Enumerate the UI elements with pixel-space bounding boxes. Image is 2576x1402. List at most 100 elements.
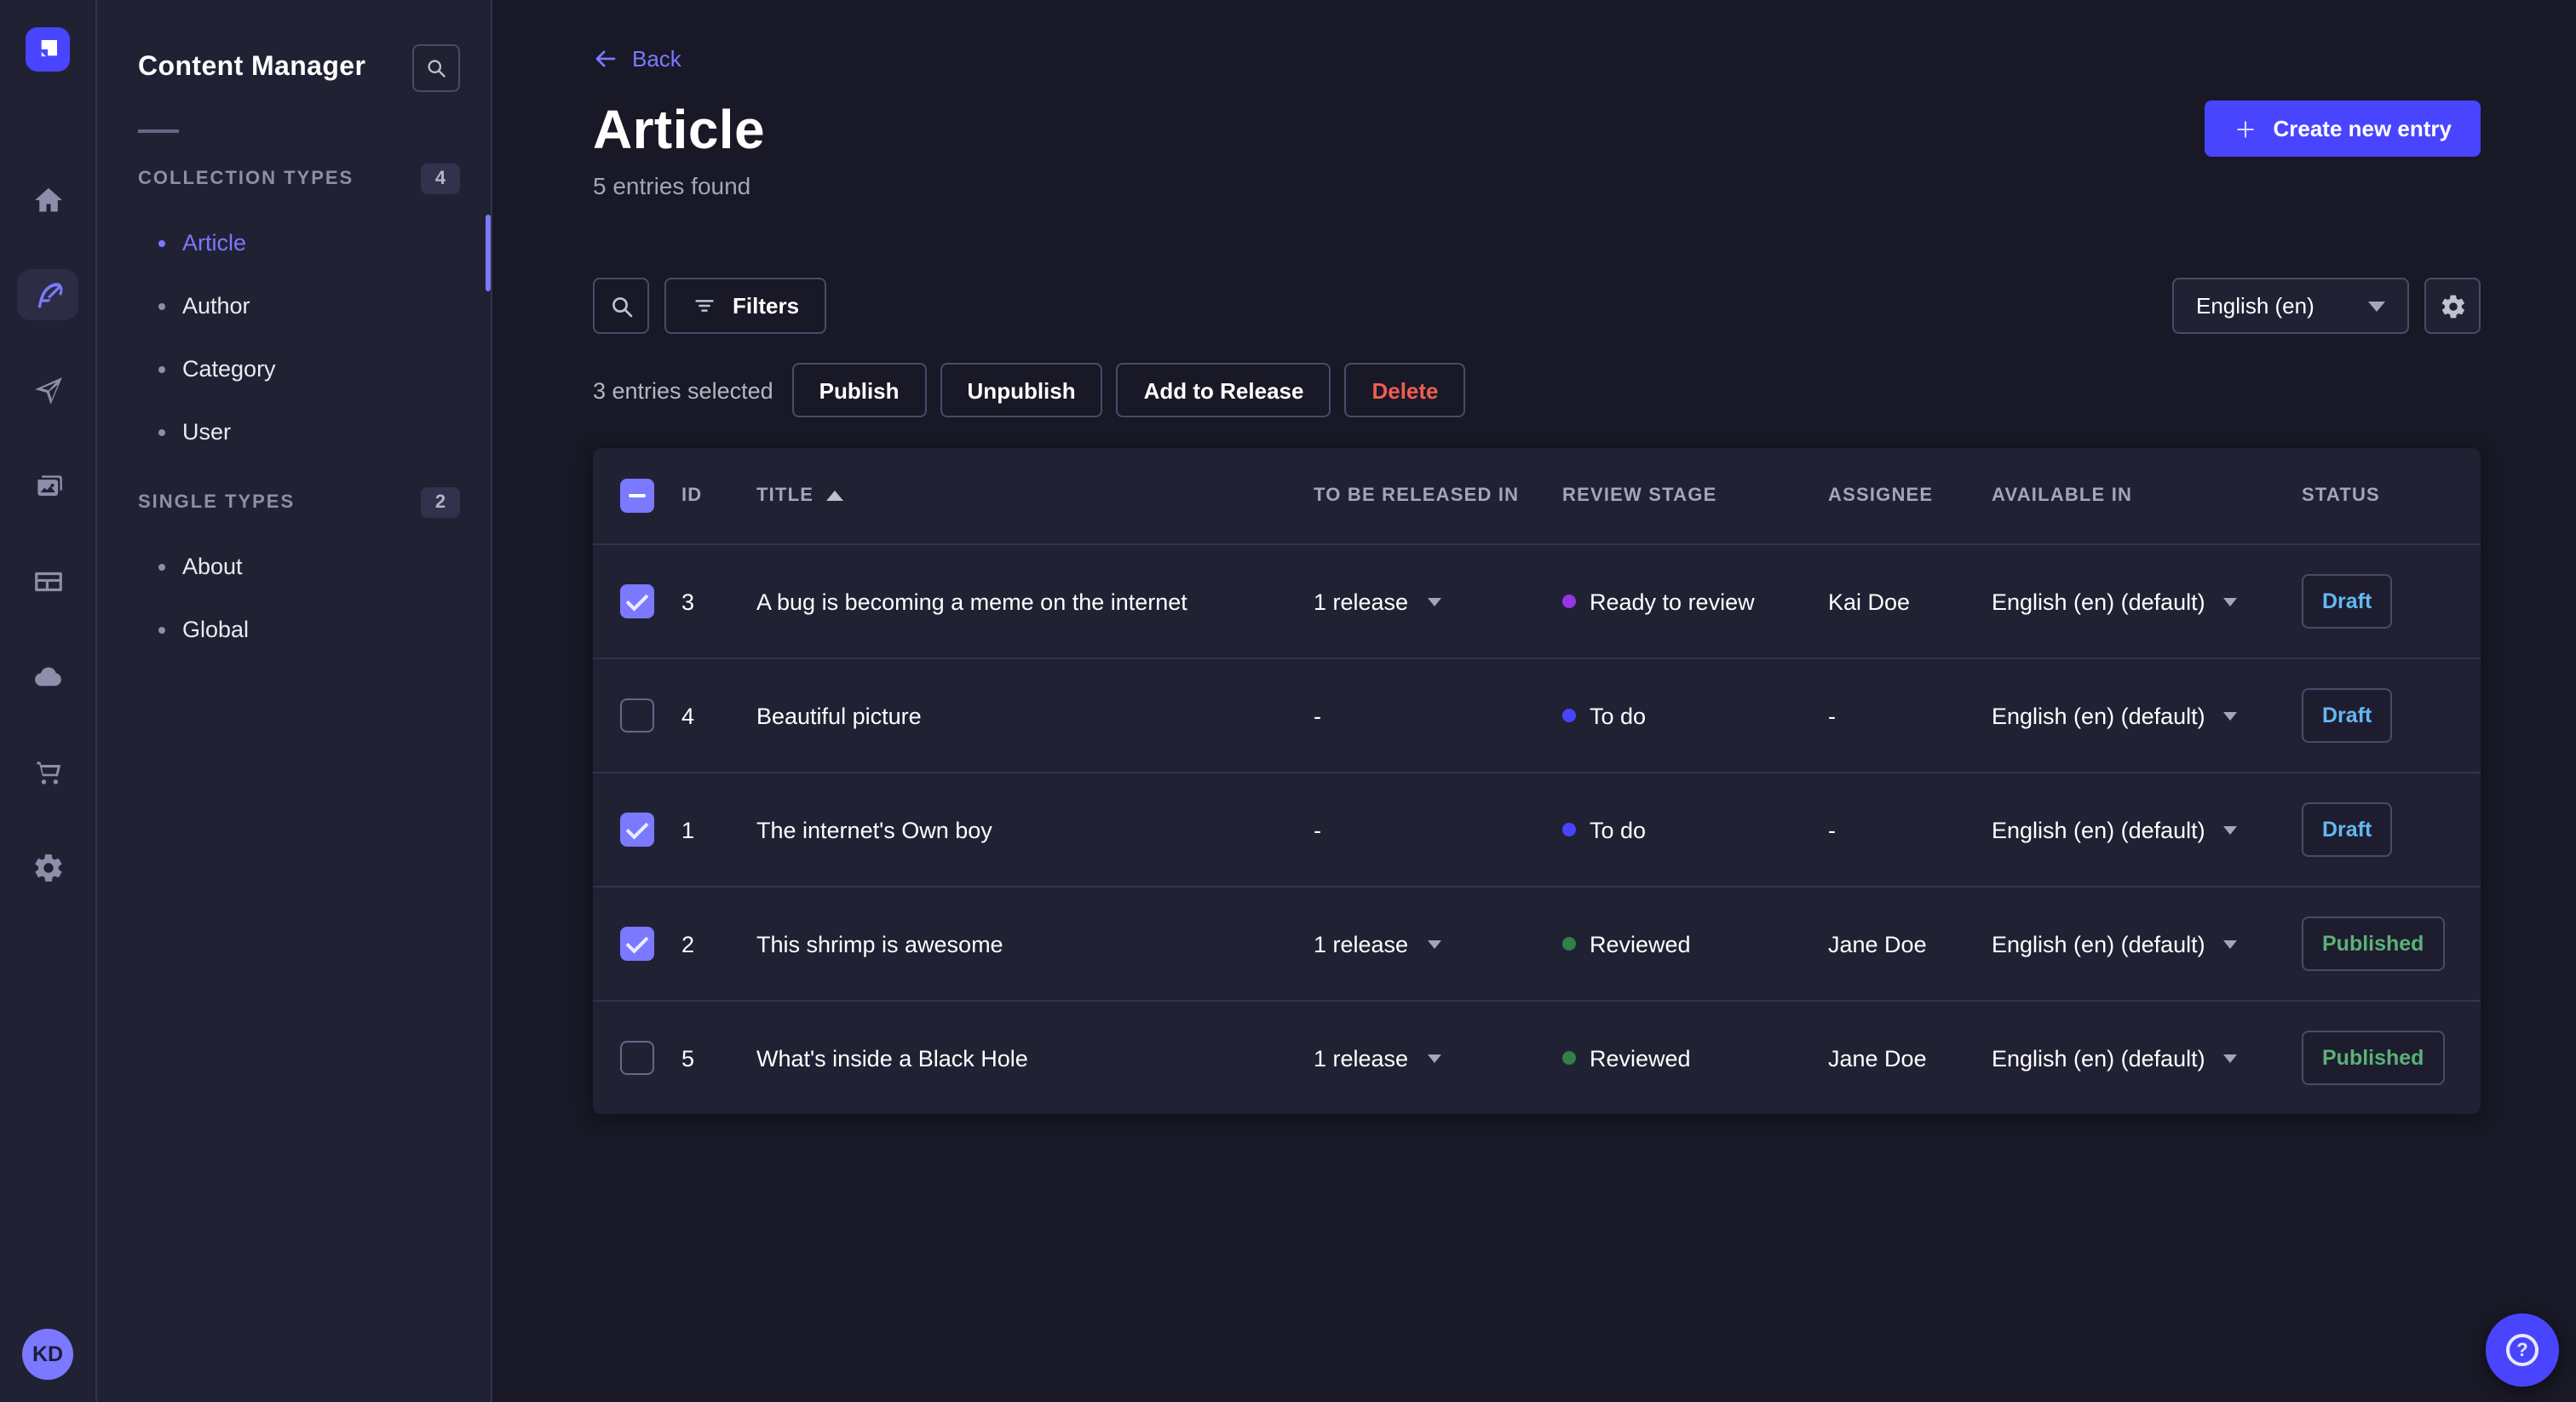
home-icon[interactable] [17,174,78,225]
releases-icon[interactable] [17,365,78,416]
delete-button[interactable]: Delete [1344,363,1466,418]
collection-types-section: COLLECTION TYPES 4 Article Author Catego… [138,164,491,463]
sidebar-item-about[interactable]: About [138,535,491,598]
row-id: 2 [681,931,695,957]
sidebar-divider [138,129,179,133]
search-icon [607,292,635,319]
row-release[interactable]: - [1314,703,1562,728]
sort-ascending-icon [825,491,843,502]
row-release[interactable]: 1 release [1314,589,1562,614]
section-count-badge: 4 [421,164,460,194]
sidebar-item-label: User [182,419,232,445]
column-header-title[interactable]: TITLE [756,486,1314,506]
entries-count-subtitle: 5 entries found [593,172,751,200]
row-id: 4 [681,703,695,729]
column-header-status: STATUS [2302,486,2380,507]
sidebar-item-label: Article [182,230,247,256]
selection-action-bar: 3 entries selected Publish Unpublish Add… [593,363,2481,418]
unpublish-button[interactable]: Unpublish [940,363,1103,418]
sidebar-item-article[interactable]: Article [138,211,491,274]
row-locale[interactable]: English (en) (default) [1992,703,2302,728]
sidebar-item-label: Category [182,356,276,382]
content-manager-sidebar: Content Manager COLLECTION TYPES 4 Artic… [97,0,492,1402]
chevron-down-icon [2223,597,2238,606]
chevron-down-icon [2223,711,2238,721]
review-stage-dot [1562,937,1576,951]
row-review-stage: Ready to review [1562,589,1828,614]
row-locale[interactable]: English (en) (default) [1992,817,2302,842]
sidebar-item-category[interactable]: Category [138,337,491,400]
search-icon [424,56,448,80]
filters-button[interactable]: Filters [664,278,827,335]
status-badge: Published [2302,916,2445,972]
row-id: 5 [681,1045,695,1072]
table-row[interactable]: 5 What's inside a Black Hole 1 release R… [593,1000,2481,1114]
row-release[interactable]: - [1314,817,1562,842]
column-header-title-label: TITLE [756,486,814,507]
table-search-button[interactable] [593,278,649,335]
row-checkbox[interactable] [620,584,654,619]
row-release[interactable]: 1 release [1314,931,1562,957]
add-to-release-button[interactable]: Add to Release [1116,363,1331,418]
table-row[interactable]: 2 This shrimp is awesome 1 release Revie… [593,886,2481,1000]
row-locale[interactable]: English (en) (default) [1992,589,2302,614]
gear-icon [2439,292,2466,319]
locale-select[interactable]: English (en) [2172,278,2409,335]
strapi-logo[interactable] [26,27,70,72]
row-release-label: 1 release [1314,1045,1409,1072]
row-review-stage: To do [1562,817,1828,842]
table-row[interactable]: 3 A bug is becoming a meme on the intern… [593,543,2481,658]
sidebar-item-global[interactable]: Global [138,598,491,661]
chevron-down-icon [2223,939,2238,949]
row-locale[interactable]: English (en) (default) [1992,1045,2302,1071]
table-row[interactable]: 1 The internet's Own boy - To do - Engli… [593,772,2481,886]
row-checkbox[interactable] [620,1041,654,1076]
app-window: KD Content Manager COLLECTION TYPES 4 Ar… [0,0,2576,1402]
bullet-icon [158,428,165,435]
row-release[interactable]: 1 release [1314,1045,1562,1071]
create-new-entry-button[interactable]: Create new entry [2205,101,2481,157]
sidebar-item-author[interactable]: Author [138,274,491,337]
sidebar-search-button[interactable] [412,44,460,92]
user-avatar[interactable]: KD [22,1329,73,1380]
row-checkbox[interactable] [620,813,654,848]
row-assignee: Kai Doe [1828,589,1911,615]
settings-gear-icon[interactable] [17,842,78,893]
view-settings-button[interactable] [2424,278,2481,335]
entries-table: ID TITLE TO BE RELEASED IN REVIEW STAGE … [593,448,2481,1115]
deploy-cloud-icon[interactable] [17,651,78,702]
row-checkbox[interactable] [620,698,654,733]
strapi-logo-icon [29,31,66,68]
row-id: 3 [681,589,695,615]
back-link[interactable]: Back [593,46,681,72]
review-stage-dot [1562,823,1576,837]
list-toolbar: Filters English (en) [593,278,2481,335]
section-label: COLLECTION TYPES [138,169,354,189]
question-mark-icon: ? [2506,1334,2539,1366]
select-all-checkbox[interactable] [620,479,654,514]
table-row[interactable]: 4 Beautiful picture - To do - English (e… [593,658,2481,772]
row-checkbox[interactable] [620,927,654,962]
single-types-section: SINGLE TYPES 2 About Global [138,487,491,661]
column-header-available-in: AVAILABLE IN [1992,486,2133,507]
row-stage-label: To do [1590,817,1647,843]
main-nav-rail: KD [0,0,97,1402]
media-library-icon[interactable] [17,460,78,511]
bullet-icon [158,239,165,246]
help-button[interactable]: ? [2486,1313,2559,1387]
column-header-review-stage: REVIEW STAGE [1562,486,1717,507]
row-title: Beautiful picture [756,703,922,729]
row-assignee: - [1828,817,1836,843]
row-release-label: 1 release [1314,589,1409,615]
marketplace-cart-icon[interactable] [17,746,78,797]
review-stage-dot [1562,1051,1576,1066]
sidebar-item-label: About [182,554,243,579]
filters-label: Filters [733,293,800,319]
sidebar-item-label: Global [182,617,250,642]
row-locale[interactable]: English (en) (default) [1992,931,2302,957]
sidebar-item-user[interactable]: User [138,400,491,463]
content-type-builder-icon[interactable] [17,555,78,606]
publish-button[interactable]: Publish [791,363,927,418]
content-manager-icon[interactable] [17,269,78,320]
selection-count-text: 3 entries selected [593,377,773,404]
